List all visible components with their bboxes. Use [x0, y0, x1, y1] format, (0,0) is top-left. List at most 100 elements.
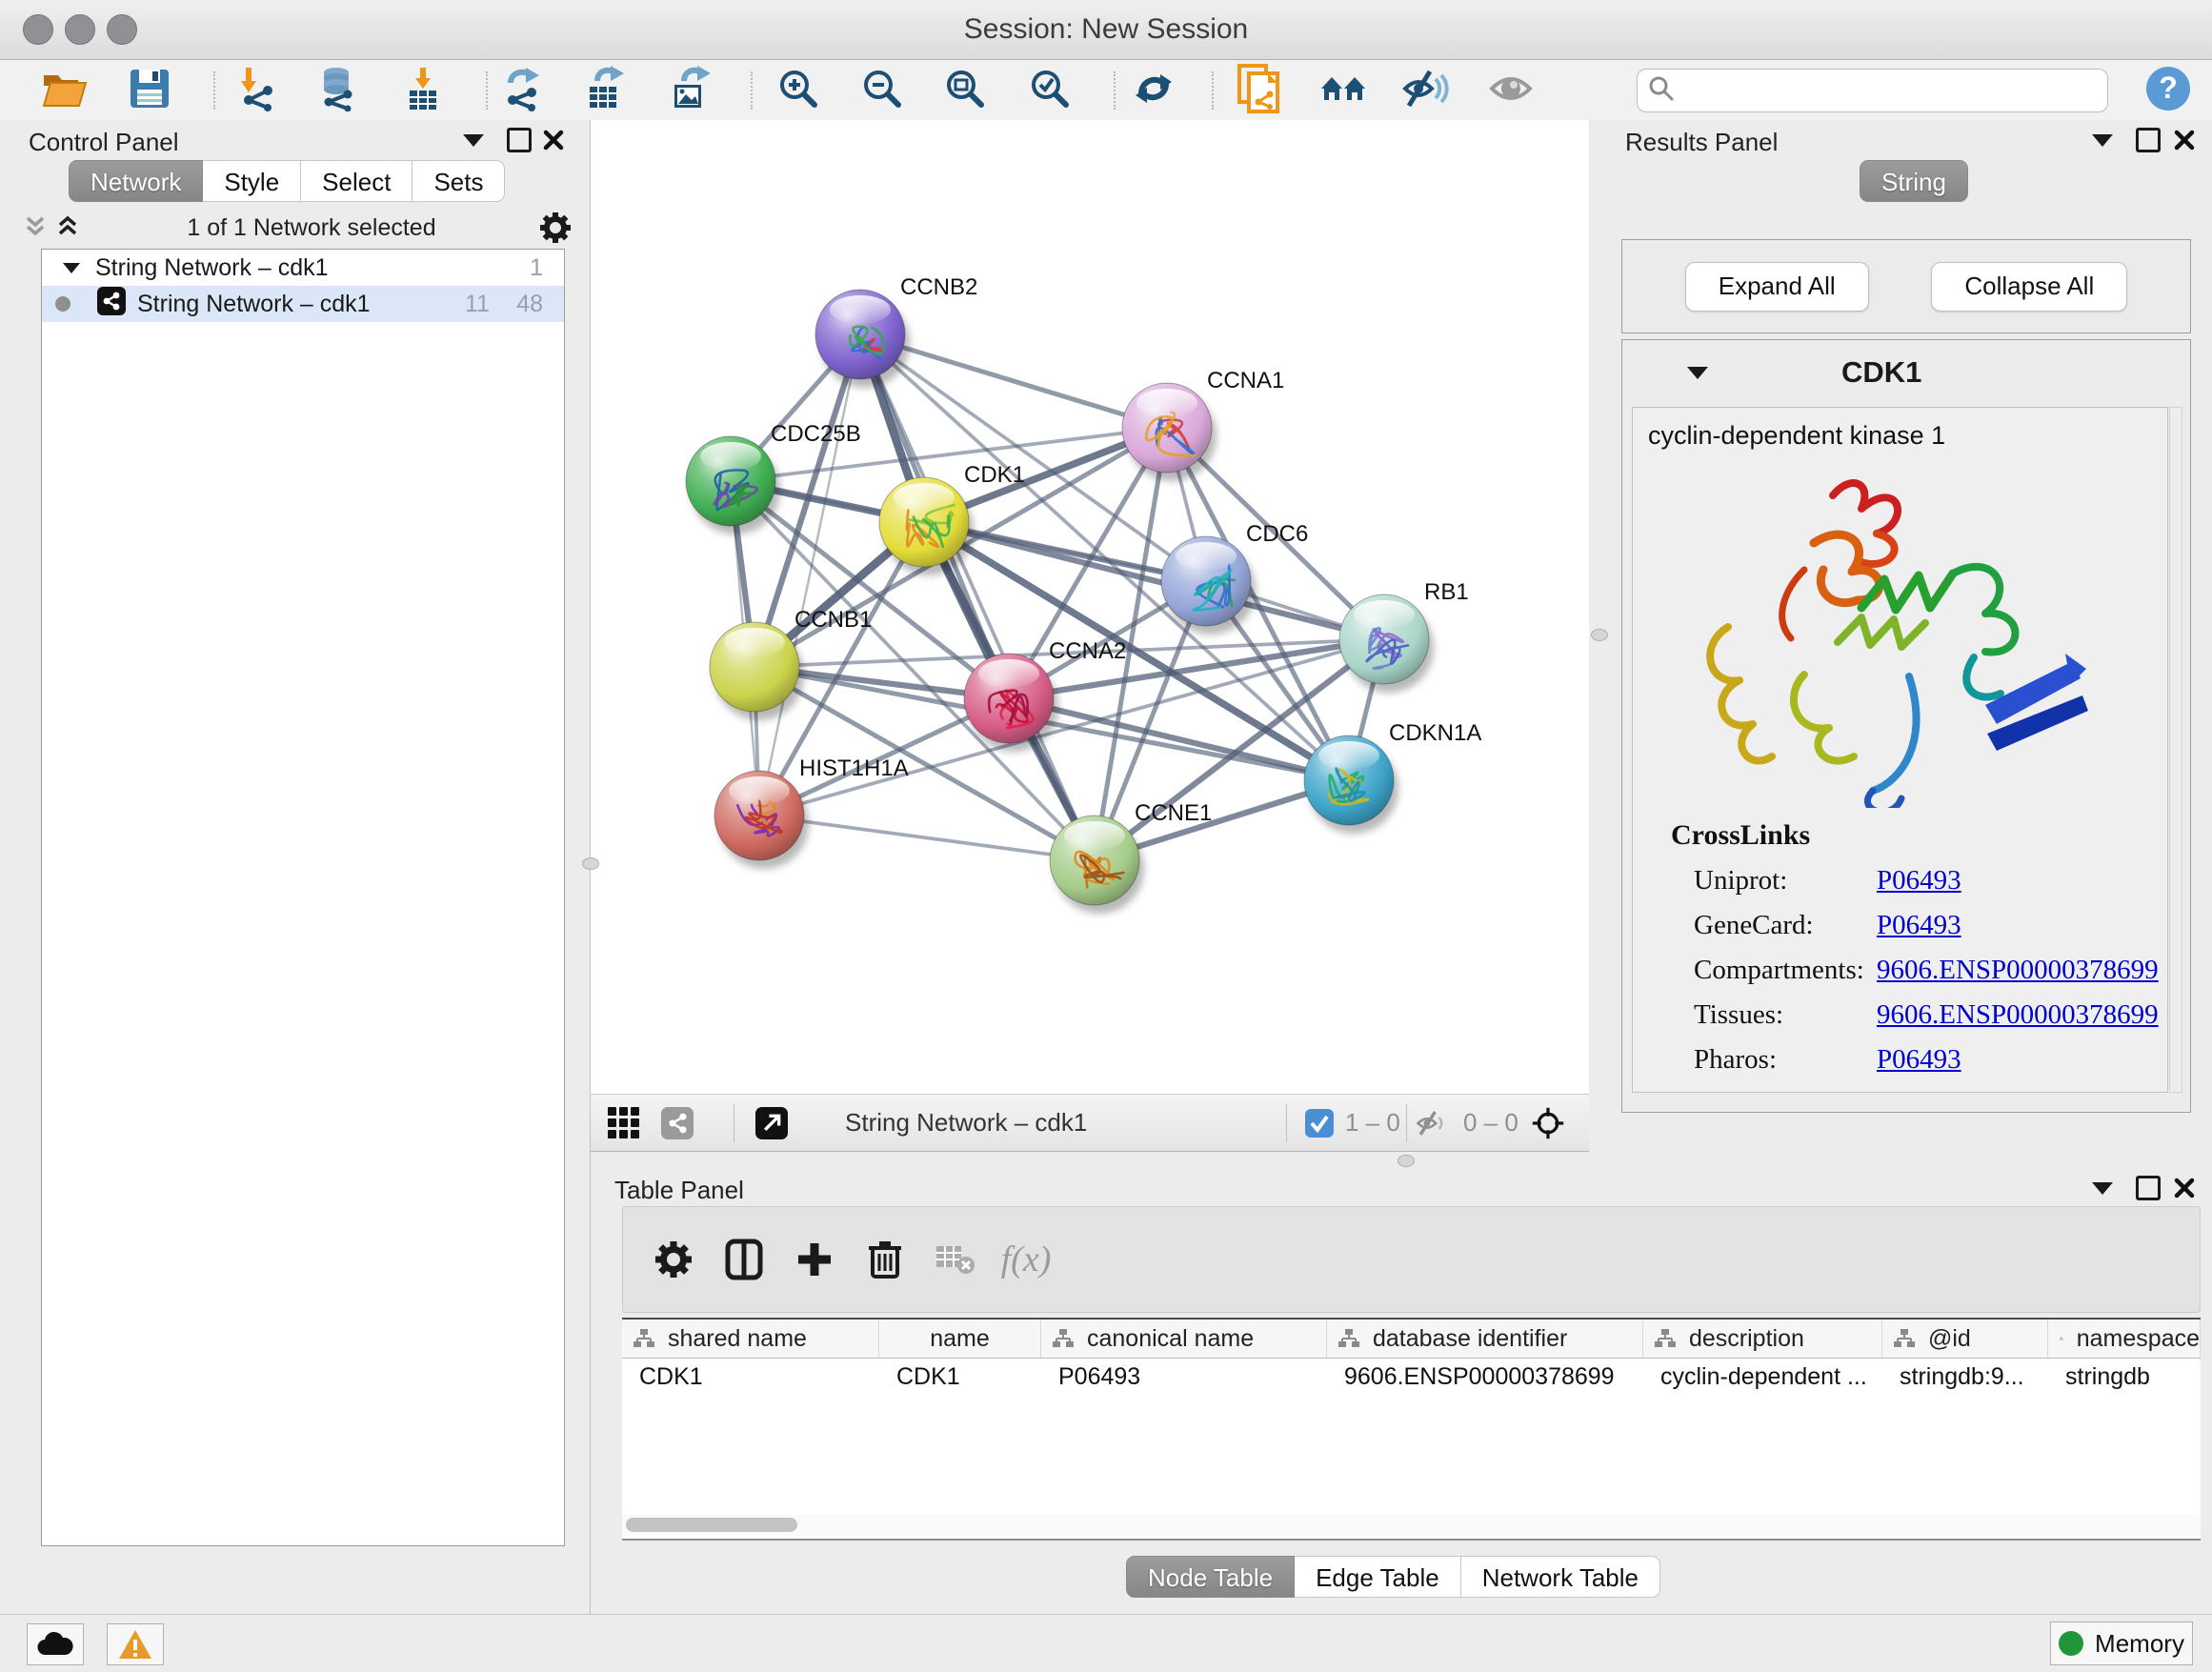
column-header-shared-name[interactable]: shared name: [622, 1319, 879, 1358]
splitter-handle[interactable]: [582, 857, 599, 870]
crosslink-row: Pharos:P06493: [1694, 1044, 2167, 1076]
control-panel-float-button[interactable]: [503, 124, 535, 156]
column-source-icon: [1894, 1329, 1915, 1348]
tab-sets[interactable]: Sets: [412, 160, 505, 202]
table-panel-float-button[interactable]: [2132, 1172, 2164, 1204]
tree-expander-icon[interactable]: [63, 263, 80, 273]
tab-network[interactable]: Network: [69, 160, 203, 202]
save-session-button[interactable]: [123, 67, 176, 114]
node-CDKN1A[interactable]: CDKN1A: [1304, 720, 1481, 834]
zoom-in-button[interactable]: [772, 67, 825, 114]
expand-all-networks-button[interactable]: [51, 212, 84, 244]
table-row[interactable]: CDK1CDK1P064939606.ENSP00000378699cyclin…: [622, 1359, 2201, 1395]
cloud-icon: [36, 1630, 74, 1659]
refresh-view-button[interactable]: [1127, 67, 1180, 114]
navigator-button[interactable]: [1532, 1107, 1564, 1139]
open-session-button[interactable]: [38, 67, 91, 114]
crosslink-value-link[interactable]: 9606.ENSP00000378699: [1877, 999, 2159, 1031]
string-document-button[interactable]: [1233, 67, 1286, 114]
node-CCNB2[interactable]: CCNB2: [815, 274, 977, 388]
network-edge-count: 48: [516, 291, 543, 318]
import-table-button[interactable]: [396, 67, 450, 114]
memory-button[interactable]: Memory: [2050, 1622, 2193, 1665]
open-in-new-window-button[interactable]: [755, 1107, 788, 1139]
network-row-selected[interactable]: String Network – cdk1 11 48: [42, 286, 564, 322]
hscrollbar-thumb[interactable]: [626, 1518, 797, 1532]
show-columns-button[interactable]: [709, 1239, 779, 1280]
hide-results-button[interactable]: [1399, 67, 1453, 114]
table-panel-close-button[interactable]: [2168, 1172, 2201, 1204]
node-HIST1H1A[interactable]: HIST1H1A: [714, 755, 909, 869]
export-network-button[interactable]: [497, 67, 551, 114]
table-panel-menu-button[interactable]: [2086, 1172, 2119, 1204]
delete-column-button[interactable]: [850, 1239, 920, 1280]
selected-checkbox[interactable]: [1303, 1107, 1336, 1139]
tab-edge-table[interactable]: Edge Table: [1295, 1556, 1461, 1598]
string-homes-button[interactable]: [1317, 67, 1371, 114]
help-button[interactable]: ?: [2142, 67, 2195, 114]
crosslink-value-link[interactable]: P06493: [1877, 865, 1961, 896]
node-CCNA1[interactable]: CCNA1: [1122, 368, 1284, 481]
tab-select[interactable]: Select: [301, 160, 412, 202]
control-panel-close-button[interactable]: [537, 124, 570, 156]
function-builder-button[interactable]: f(x): [991, 1239, 1061, 1280]
export-table-button[interactable]: [578, 67, 632, 114]
node-CDC6[interactable]: CDC6: [1161, 521, 1308, 635]
column-header-canonical-name[interactable]: canonical name: [1041, 1319, 1327, 1358]
tab-string[interactable]: String: [1860, 160, 1968, 202]
export-image-button[interactable]: [663, 67, 716, 114]
splitter-handle[interactable]: [1398, 1155, 1415, 1167]
column-header-namespace[interactable]: namespace: [2048, 1319, 2201, 1358]
results-panel-close-button[interactable]: [2168, 124, 2201, 156]
zoom-selected-button[interactable]: [1023, 67, 1076, 114]
column-header--id[interactable]: @id: [1882, 1319, 2048, 1358]
import-network-icon: [235, 66, 281, 116]
table-hscrollbar[interactable]: [622, 1515, 2201, 1536]
column-header-name[interactable]: name: [879, 1319, 1041, 1358]
import-network-database-button[interactable]: [312, 67, 365, 114]
node-CDK1[interactable]: CDK1: [879, 462, 1025, 575]
warning-status-button[interactable]: [107, 1623, 164, 1665]
delete-table-button[interactable]: [920, 1242, 991, 1277]
splitter-handle[interactable]: [1591, 629, 1608, 641]
node-RB1[interactable]: RB1: [1339, 579, 1469, 693]
network-share-button[interactable]: [661, 1107, 694, 1139]
gene-section-header[interactable]: CDK1: [1622, 340, 2190, 405]
create-column-button[interactable]: [779, 1240, 850, 1279]
control-panel-menu-button[interactable]: [457, 124, 490, 156]
network-options-button[interactable]: [539, 212, 572, 244]
tab-style[interactable]: Style: [203, 160, 301, 202]
cloud-status-button[interactable]: [27, 1623, 84, 1665]
results-scrollbar[interactable]: [2169, 407, 2182, 1093]
collapse-all-button[interactable]: Collapse All: [1931, 262, 2127, 312]
expand-all-button[interactable]: Expand All: [1685, 262, 1869, 312]
crosslink-row: Tissues:9606.ENSP00000378699: [1694, 999, 2167, 1031]
hidden-toggle[interactable]: [1416, 1107, 1448, 1139]
network-collection-row[interactable]: String Network – cdk1 1: [42, 250, 564, 286]
section-expander-icon[interactable]: [1687, 367, 1708, 379]
results-panel-float-button[interactable]: [2132, 124, 2164, 156]
zoom-out-button[interactable]: [855, 67, 909, 114]
node-label: CCNB2: [900, 274, 977, 300]
results-panel-menu-button[interactable]: [2086, 124, 2119, 156]
tab-network-table[interactable]: Network Table: [1461, 1556, 1660, 1598]
crosslink-value-link[interactable]: P06493: [1877, 910, 1961, 941]
close-icon: [2174, 130, 2195, 151]
search-input[interactable]: [1676, 76, 2080, 105]
search-field[interactable]: [1637, 69, 2108, 112]
vertical-splitter[interactable]: [1589, 120, 1610, 1170]
crosslink-value-link[interactable]: 9606.ENSP00000378699: [1877, 955, 2159, 986]
tab-node-table[interactable]: Node Table: [1126, 1556, 1295, 1598]
fit-content-button[interactable]: [938, 67, 992, 114]
network-canvas[interactable]: CCNB2CCNA1CDC25BCDK1CDC6RB1CCNB1CCNA2CDK…: [591, 120, 1589, 1094]
show-results-button[interactable]: [1484, 67, 1538, 114]
table-options-button[interactable]: [638, 1240, 709, 1279]
crosslinks-title: CrossLinks: [1671, 819, 2167, 852]
crosslink-value-link[interactable]: P06493: [1877, 1044, 1961, 1076]
collapse-all-networks-button[interactable]: [19, 212, 51, 244]
birdseye-grid-button[interactable]: [608, 1107, 640, 1139]
import-network-button[interactable]: [231, 67, 285, 114]
column-header-description[interactable]: description: [1643, 1319, 1882, 1358]
column-header-database-identifier[interactable]: database identifier: [1327, 1319, 1643, 1358]
table-body: CDK1CDK1P064939606.ENSP00000378699cyclin…: [622, 1359, 2201, 1395]
